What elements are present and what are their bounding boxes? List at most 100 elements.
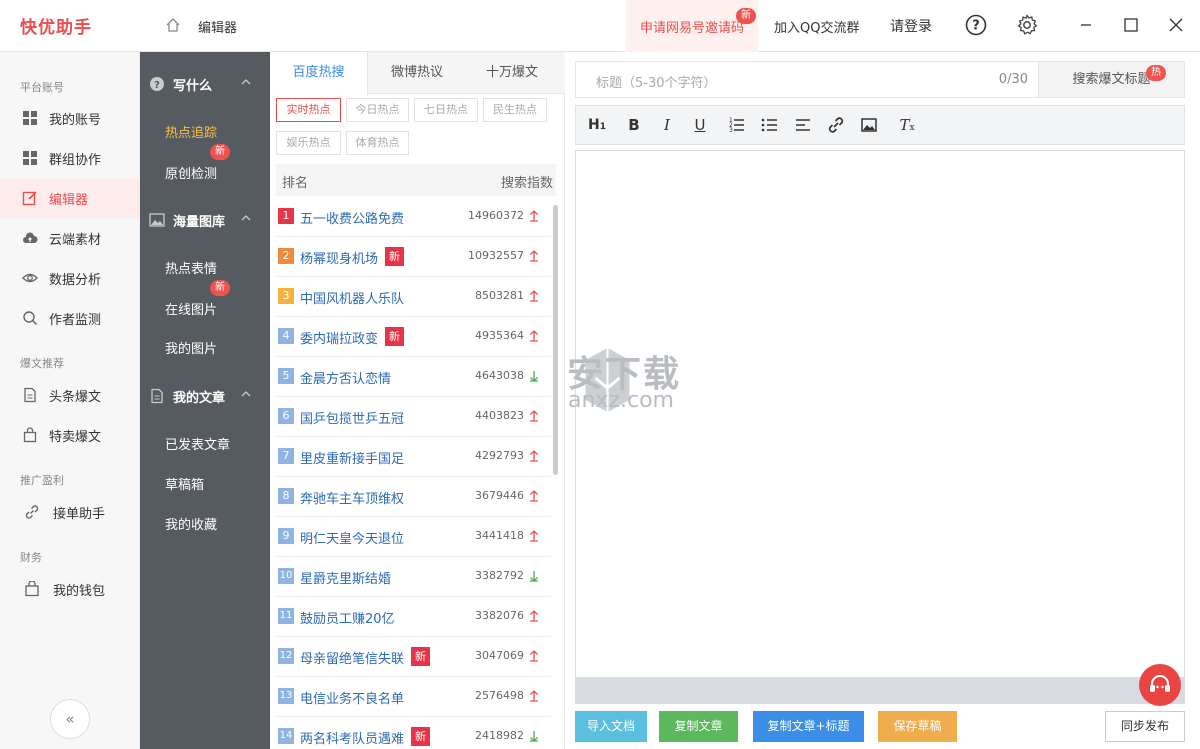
subnav-group-header[interactable]: 我的文章: [140, 384, 270, 408]
hot-topic-title[interactable]: 五一收费公路免费: [300, 208, 404, 227]
save-draft-button[interactable]: 保存草稿: [878, 711, 957, 742]
subnav-group-title: 海量图库: [173, 215, 226, 230]
help-icon[interactable]: ?: [965, 14, 987, 36]
nav-item-toutiao[interactable]: 头条爆文: [0, 375, 139, 415]
copy-article-button[interactable]: 复制文章: [659, 711, 738, 742]
nav-item-editor[interactable]: 编辑器: [0, 178, 139, 218]
nav-item-temai[interactable]: 特卖爆文: [0, 415, 139, 455]
hot-list-row[interactable]: 1 五一收费公路免费 14960372: [276, 197, 551, 237]
nav-item-order-assistant[interactable]: 接单助手: [0, 492, 139, 532]
hot-topic-title[interactable]: 里皮重新接手国足: [300, 448, 404, 467]
invite-code-button[interactable]: 申请网易号邀请码 新: [626, 0, 758, 52]
minimize-icon[interactable]: [1075, 14, 1097, 36]
new-badge: 新: [210, 144, 230, 160]
hot-list-row[interactable]: 7 里皮重新接手国足 4292793: [276, 437, 551, 477]
nav-item-analytics[interactable]: 数据分析: [0, 258, 139, 298]
chip-today[interactable]: 今日热点: [346, 98, 409, 122]
rank-badge: 8: [278, 488, 294, 504]
chip-seven-day[interactable]: 七日热点: [414, 98, 478, 122]
import-document-button[interactable]: 导入文档: [575, 711, 647, 742]
subnav-group-header[interactable]: ? 写什么: [140, 72, 270, 96]
nav-item-cloud[interactable]: 云端素材: [0, 218, 139, 258]
hot-topic-title[interactable]: 委内瑞拉政变: [300, 328, 378, 347]
hot-list-row[interactable]: 3 中国风机器人乐队 8503281: [276, 277, 551, 317]
hot-list-row[interactable]: 13 电信业务不良名单 2576498: [276, 677, 551, 717]
subnav-item-published[interactable]: 已发表文章: [165, 434, 230, 453]
hot-topic-title[interactable]: 两名科考队员遇难: [300, 728, 404, 747]
hot-list-row[interactable]: 11 鼓励员工赚20亿 3382076: [276, 597, 551, 637]
customer-service-button[interactable]: [1139, 664, 1181, 706]
nav-item-author-monitor[interactable]: 作者监测: [0, 298, 139, 338]
tab-baidu[interactable]: 百度热搜: [270, 52, 368, 95]
sync-publish-button[interactable]: 同步发布: [1105, 711, 1185, 742]
subnav-item-online-images[interactable]: 在线图片: [165, 299, 217, 318]
hot-topic-title[interactable]: 明仁天皇今天退位: [300, 528, 404, 547]
watermark-url: anxz.com: [568, 388, 674, 413]
clear-format-icon[interactable]: Tx: [896, 114, 918, 136]
chip-livelihood[interactable]: 民生热点: [483, 98, 547, 122]
subnav-group-header[interactable]: 海量图库: [140, 208, 270, 232]
subnav-item-drafts[interactable]: 草稿箱: [165, 474, 204, 493]
nav-item-group[interactable]: 群组协作: [0, 138, 139, 178]
nav-item-label: 群组协作: [49, 153, 102, 168]
subnav-item-hot-tracking[interactable]: 热点追踪: [165, 122, 217, 141]
hot-list-row[interactable]: 10 星爵克里斯结婚 3382792: [276, 557, 551, 597]
italic-icon[interactable]: I: [656, 114, 678, 136]
hot-topic-title[interactable]: 母亲留绝笔信失联: [300, 648, 404, 667]
chevron-up-icon: [241, 215, 251, 221]
underline-icon[interactable]: U: [689, 114, 711, 136]
arrow-up-icon: [530, 290, 538, 302]
nav-section-title: 爆文推荐: [20, 357, 64, 370]
home-icon[interactable]: [165, 17, 181, 33]
close-icon[interactable]: [1165, 14, 1187, 36]
chip-realtime[interactable]: 实时热点: [276, 98, 341, 122]
hot-list-row[interactable]: 2 杨幂现身机场新 10932557: [276, 237, 551, 277]
subnav-item-favorites[interactable]: 我的收藏: [165, 514, 217, 533]
maximize-icon[interactable]: [1120, 14, 1142, 36]
image-icon[interactable]: [858, 114, 880, 136]
unordered-list-icon[interactable]: [759, 114, 781, 136]
subnav-item-hot-stickers[interactable]: 热点表情: [165, 258, 217, 277]
hot-topic-title[interactable]: 金晨方否认恋情: [300, 368, 391, 387]
hot-topic-title[interactable]: 杨幂现身机场: [300, 248, 378, 267]
rank-badge: 14: [278, 728, 294, 744]
arrow-up-icon: [530, 650, 538, 662]
hot-topic-title[interactable]: 国乒包揽世乒五冠: [300, 408, 404, 427]
hot-topic-title[interactable]: 奔驰车主车顶维权: [300, 488, 404, 507]
image-icon: [149, 213, 165, 227]
chip-entertainment[interactable]: 娱乐热点: [276, 131, 341, 155]
tab-weibo[interactable]: 微博热议: [368, 52, 466, 94]
chip-sports[interactable]: 体育热点: [346, 131, 409, 155]
heading-icon[interactable]: H1: [586, 114, 608, 136]
svg-text:?: ?: [972, 19, 980, 34]
qq-group-link[interactable]: 加入QQ交流群: [774, 17, 859, 36]
hot-topic-title[interactable]: 中国风机器人乐队: [300, 288, 404, 307]
nav-item-my-account[interactable]: 我的账号: [0, 98, 139, 138]
hot-topic-title[interactable]: 星爵克里斯结婚: [300, 568, 391, 587]
subnav-item-originality[interactable]: 原创检测: [165, 163, 217, 182]
login-link[interactable]: 请登录: [890, 16, 932, 36]
title-input[interactable]: 标题（5-30个字符） 0/30: [575, 61, 1039, 98]
hot-list-row[interactable]: 12 母亲留绝笔信失联新 3047069: [276, 637, 551, 677]
nav-item-label: 作者监测: [49, 313, 102, 328]
align-left-icon[interactable]: [792, 114, 814, 136]
tab-viral[interactable]: 十万爆文: [463, 52, 561, 94]
hot-list-row[interactable]: 8 奔驰车主车顶维权 3679446: [276, 477, 551, 517]
arrow-up-icon: [530, 530, 538, 542]
settings-gear-icon[interactable]: [1016, 14, 1038, 36]
bold-icon[interactable]: B: [623, 114, 645, 136]
link-icon[interactable]: [825, 114, 847, 136]
arrow-up-icon: [530, 210, 538, 222]
copy-article-title-button[interactable]: 复制文章+标题: [753, 711, 864, 742]
hot-list-row[interactable]: 14 两名科考队员遇难新 2418982: [276, 717, 551, 749]
new-tag: 新: [385, 247, 404, 266]
hot-list-row[interactable]: 9 明仁天皇今天退位 3441418: [276, 517, 551, 557]
grid-icon: [23, 111, 37, 125]
hot-topic-title[interactable]: 电信业务不良名单: [300, 688, 404, 707]
nav-item-wallet[interactable]: 我的钱包: [0, 569, 139, 609]
hot-topic-title[interactable]: 鼓励员工赚20亿: [300, 608, 395, 627]
subnav-item-my-images[interactable]: 我的图片: [165, 338, 217, 357]
nav-item-label: 编辑器: [49, 193, 89, 208]
collapse-sidebar-button[interactable]: «: [50, 699, 90, 739]
ordered-list-icon[interactable]: 123: [726, 114, 748, 136]
